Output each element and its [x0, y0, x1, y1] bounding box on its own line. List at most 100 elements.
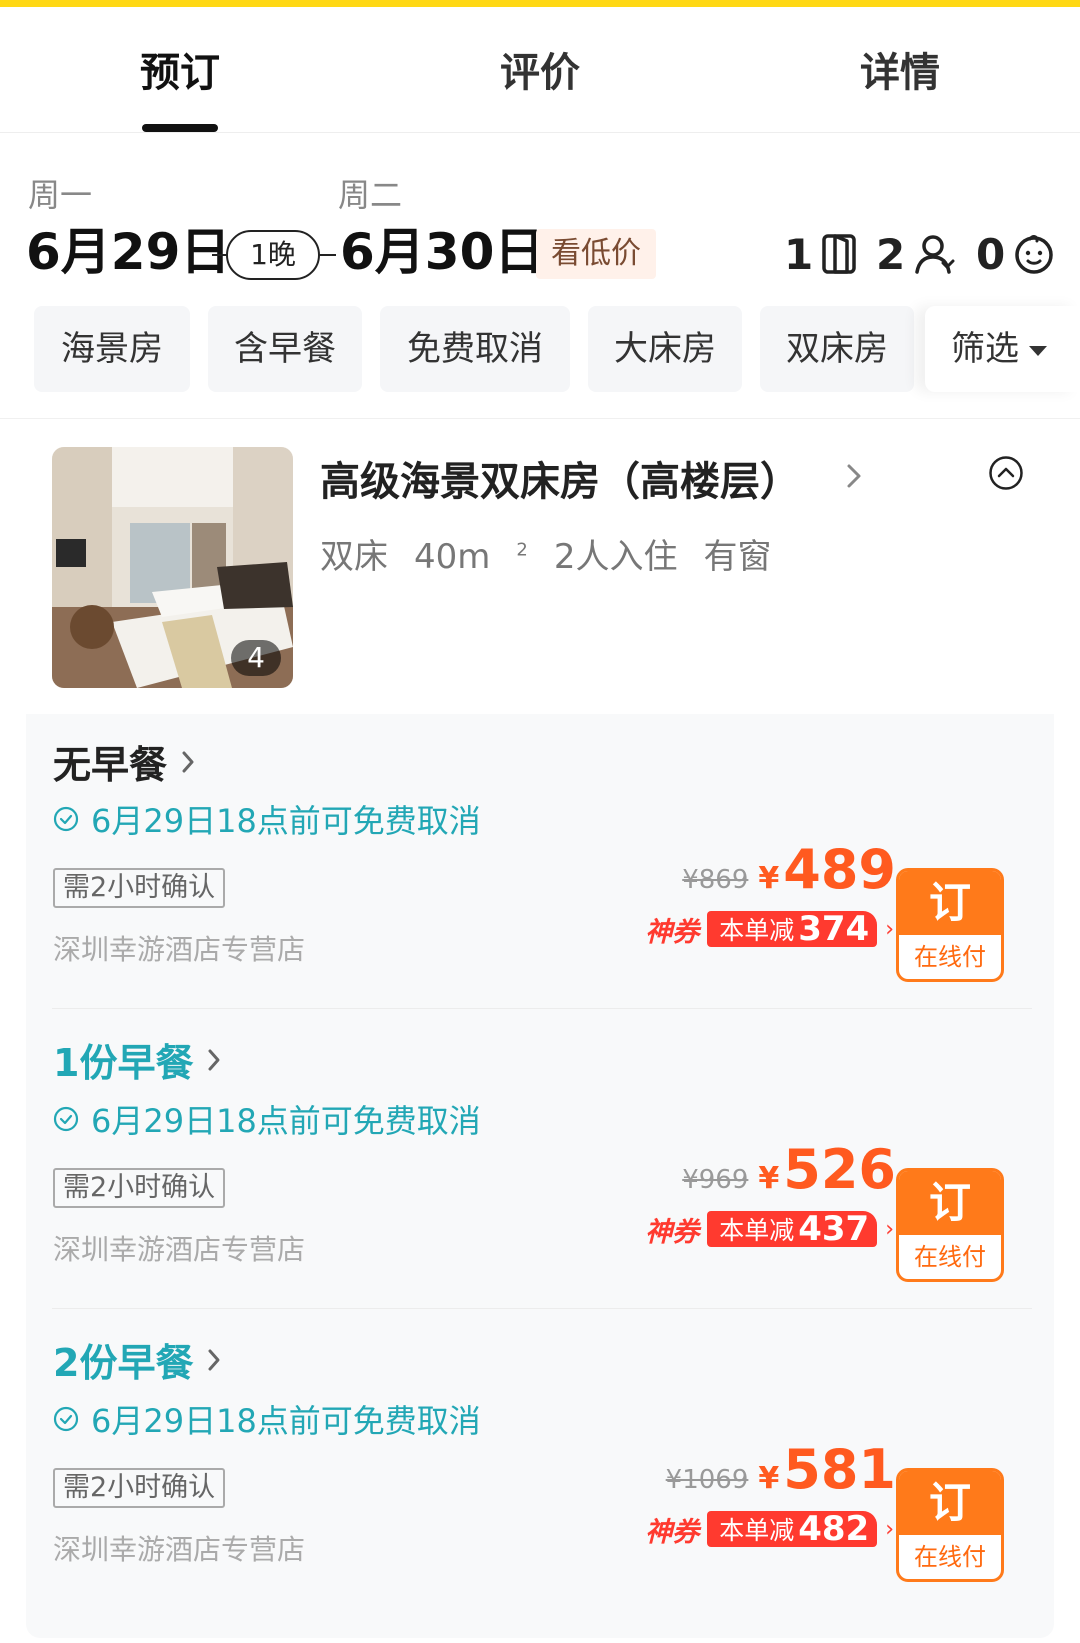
nights-badge: 1晚	[226, 230, 320, 280]
shop-name: 深圳幸游酒店专营店	[53, 933, 306, 966]
rooms-count-value: 1	[784, 229, 814, 279]
image-count-badge: 4	[231, 640, 281, 676]
shop-name: 深圳幸游酒店专营店	[53, 1233, 306, 1266]
occupancy: 2人入住	[553, 537, 678, 577]
free-cancel-text: 6月29日18点前可免费取消	[91, 1402, 481, 1440]
divider	[52, 1008, 1032, 1009]
filter-chip-twin-bed[interactable]: 双床房	[760, 306, 914, 392]
currency-symbol: ¥	[758, 1461, 780, 1496]
coupon-discount: 本单减 482	[707, 1509, 878, 1549]
chevron-right-icon: ›	[885, 1216, 894, 1242]
coupon-row[interactable]: 神券 本单减 374 ›	[645, 909, 894, 949]
free-cancel-info: 6月29日18点前可免费取消	[53, 1096, 481, 1142]
meal-plan[interactable]: 2份早餐	[53, 1332, 221, 1387]
confirm-badge: 需2小时确认	[53, 1168, 226, 1208]
chevron-right-icon	[208, 1349, 220, 1370]
room-card: 4 高级海景双床房（高楼层） 双床 40m 2 2人入住 有窗	[0, 418, 1080, 714]
free-cancel-info: 6月29日18点前可免费取消	[53, 796, 481, 842]
coupon-value: 374	[798, 909, 870, 949]
dropdown-triangle-icon	[1029, 345, 1047, 356]
rate-list: 无早餐 6月29日18点前可免费取消 需2小时确认 深圳幸游酒店专营店 ¥869…	[26, 714, 1054, 1638]
room-door-icon	[822, 234, 856, 274]
check-circle-icon	[53, 1406, 79, 1432]
filter-button-label: 筛选	[951, 329, 1019, 369]
check-circle-icon	[53, 1106, 79, 1132]
room-photo[interactable]: 4	[52, 447, 293, 688]
book-button[interactable]: 订 在线付	[896, 1168, 1004, 1282]
person-icon	[915, 235, 955, 274]
room-attributes: 双床 40m 2 2人入住 有窗	[320, 529, 797, 578]
chevron-right-icon: ›	[885, 1516, 894, 1542]
price-row: ¥869 ¥ 489	[682, 840, 896, 900]
confirm-badge: 需2小时确认	[53, 1468, 226, 1508]
collapse-up-icon[interactable]	[988, 455, 1024, 491]
pay-method: 在线付	[914, 1543, 986, 1571]
window-info: 有窗	[703, 537, 772, 577]
checkout-date[interactable]: 6月30日	[340, 222, 544, 282]
tab-reviews[interactable]: 评价	[500, 45, 580, 101]
check-circle-icon	[53, 806, 79, 832]
chevron-right-icon[interactable]	[846, 463, 862, 489]
filter-chip-king-bed[interactable]: 大床房	[588, 306, 742, 392]
tab-details[interactable]: 详情	[860, 45, 940, 101]
pay-method: 在线付	[914, 1243, 986, 1271]
price-row: ¥1069 ¥ 581	[666, 1440, 896, 1500]
checkout-weekday: 周二	[338, 176, 403, 214]
area-unit-sup: 2	[516, 539, 528, 561]
free-cancel-info: 6月29日18点前可免费取消	[53, 1396, 481, 1442]
meal-plan[interactable]: 无早餐	[53, 734, 195, 789]
children-count[interactable]: 0	[976, 226, 1055, 282]
rate-item: 2份早餐 6月29日18点前可免费取消 需2小时确认 深圳幸游酒店专营店 ¥10…	[26, 1314, 1054, 1628]
price: 581	[783, 1438, 896, 1501]
tab-active-indicator	[142, 124, 218, 132]
room-area-value: 40m	[414, 537, 491, 577]
coupon-tag: 神券	[645, 916, 700, 948]
tab-booking[interactable]: 预订	[140, 45, 220, 101]
shop-name: 深圳幸游酒店专营店	[53, 1533, 306, 1566]
checkin-weekday: 周一	[28, 176, 93, 214]
book-button[interactable]: 订 在线付	[896, 1468, 1004, 1582]
original-price: ¥1069	[665, 1465, 749, 1495]
low-price-button[interactable]: 看低价	[536, 229, 656, 279]
filter-button[interactable]: 筛选	[925, 306, 1080, 392]
coupon-value: 437	[798, 1209, 870, 1249]
adults-count[interactable]: 2	[876, 226, 955, 282]
coupon-label: 本单减	[719, 1216, 795, 1245]
chevron-right-icon: ›	[885, 916, 894, 942]
rooms-count[interactable]: 1	[784, 226, 857, 282]
tab-bar: 预订 评价 详情	[0, 7, 1080, 133]
coupon-row[interactable]: 神券 本单减 482 ›	[645, 1509, 894, 1549]
book-label: 订	[899, 1471, 1001, 1535]
rate-item: 无早餐 6月29日18点前可免费取消 需2小时确认 深圳幸游酒店专营店 ¥869…	[26, 714, 1054, 1028]
book-button[interactable]: 订 在线付	[896, 868, 1004, 982]
child-face-icon	[1015, 235, 1053, 274]
coupon-value: 482	[798, 1509, 870, 1549]
meal-plan-label: 1份早餐	[53, 1041, 194, 1085]
meal-plan[interactable]: 1份早餐	[53, 1032, 221, 1087]
coupon-tag: 神券	[645, 1516, 700, 1548]
meal-plan-label: 无早餐	[53, 743, 168, 787]
room-area: 40m 2	[414, 537, 528, 577]
free-cancel-text: 6月29日18点前可免费取消	[91, 802, 481, 840]
coupon-label: 本单减	[719, 916, 795, 945]
filter-chip-breakfast[interactable]: 含早餐	[208, 306, 362, 392]
original-price: ¥869	[682, 865, 749, 895]
room-name[interactable]: 高级海景双床房（高楼层）	[320, 449, 800, 507]
confirm-badge: 需2小时确认	[53, 868, 226, 908]
checkin-date[interactable]: 6月29日	[26, 222, 230, 282]
divider	[52, 1308, 1032, 1309]
coupon-label: 本单减	[719, 1516, 795, 1545]
coupon-tag: 神券	[645, 1216, 700, 1248]
meal-plan-label: 2份早餐	[53, 1341, 194, 1385]
rate-item: 1份早餐 6月29日18点前可免费取消 需2小时确认 深圳幸游酒店专营店 ¥96…	[26, 1014, 1054, 1328]
currency-symbol: ¥	[758, 1161, 780, 1196]
currency-symbol: ¥	[758, 861, 780, 896]
filter-chip-sea-view[interactable]: 海景房	[34, 306, 190, 392]
pay-method: 在线付	[914, 943, 986, 971]
book-label: 订	[899, 871, 1001, 935]
original-price: ¥969	[682, 1165, 749, 1195]
adults-count-value: 2	[876, 229, 906, 279]
chevron-right-icon	[182, 751, 194, 772]
filter-chip-free-cancel[interactable]: 免费取消	[380, 306, 570, 392]
coupon-row[interactable]: 神券 本单减 437 ›	[645, 1209, 894, 1249]
